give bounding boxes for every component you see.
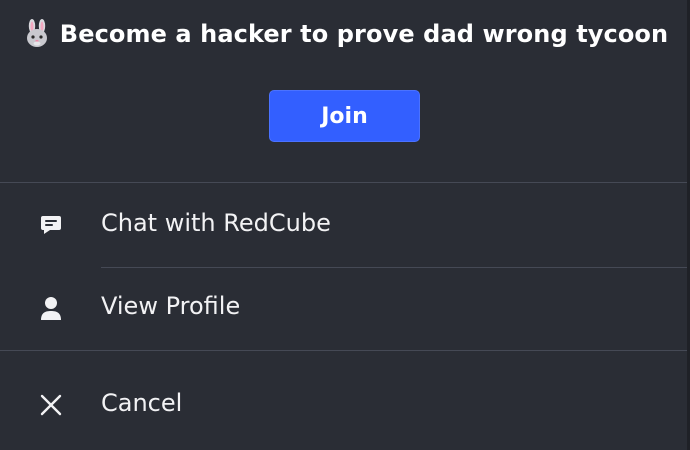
menu-item-cancel[interactable]: Cancel	[0, 351, 690, 450]
menu-item-label: Chat with RedCube	[101, 209, 331, 237]
chat-bubble-icon	[36, 210, 66, 240]
player-action-sheet: Become a hacker to prove dad wrong tycoo…	[0, 0, 690, 450]
game-header: Become a hacker to prove dad wrong tycoo…	[0, 0, 690, 182]
game-title: Become a hacker to prove dad wrong tycoo…	[59, 20, 669, 48]
game-title-row: Become a hacker to prove dad wrong tycoo…	[0, 14, 690, 54]
menu-item-label: Cancel	[101, 389, 183, 417]
join-button[interactable]: Join	[269, 90, 420, 142]
close-icon	[36, 390, 66, 420]
menu-item-label: View Profile	[101, 292, 241, 320]
rabbit-face-icon	[22, 19, 52, 49]
menu-item-chat[interactable]: Chat with RedCube	[0, 183, 690, 267]
person-icon	[36, 294, 66, 324]
menu-item-view-profile[interactable]: View Profile	[0, 268, 690, 350]
